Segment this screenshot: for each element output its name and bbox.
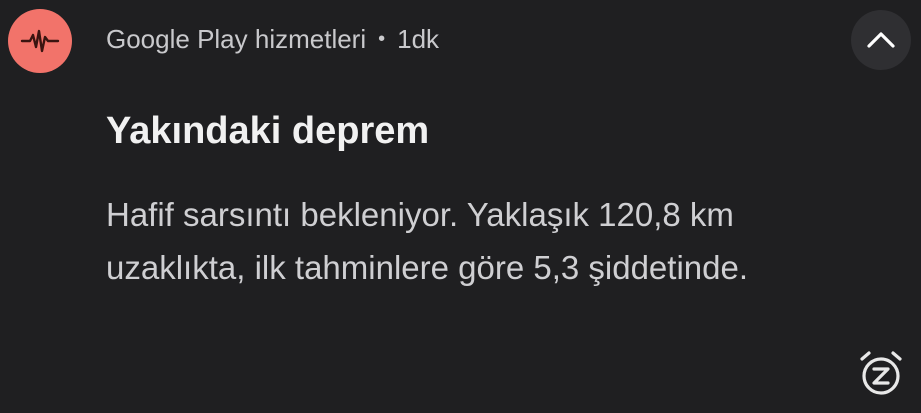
notification-card[interactable]: Google Play hizmetleri • 1dk Yakındaki d… xyxy=(0,0,921,413)
chevron-up-icon xyxy=(867,32,895,48)
notification-body: Hafif sarsıntı bekleniyor. Yaklaşık 120,… xyxy=(106,188,906,294)
app-icon-badge xyxy=(8,9,72,73)
notification-body-line: Hafif sarsıntı bekleniyor. Yaklaşık 120,… xyxy=(106,196,734,233)
notification-header: Google Play hizmetleri • 1dk xyxy=(106,24,439,55)
snooze-icon xyxy=(860,351,902,395)
seismograph-icon xyxy=(20,29,60,53)
notification-body-line: uzaklıkta, ilk tahminlere göre 5,3 şidde… xyxy=(106,249,749,286)
snooze-button[interactable] xyxy=(853,345,909,401)
collapse-button[interactable] xyxy=(851,10,911,70)
notification-title: Yakındaki deprem xyxy=(106,110,430,152)
app-name: Google Play hizmetleri xyxy=(106,24,367,54)
header-separator: • xyxy=(378,28,386,50)
notification-time: 1dk xyxy=(397,24,440,54)
